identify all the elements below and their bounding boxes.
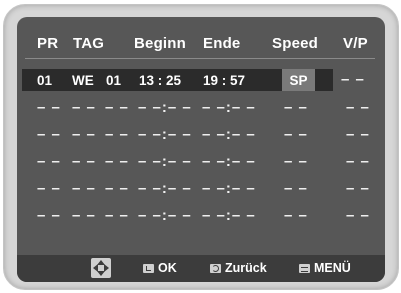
row-speed[interactable]: – –	[284, 180, 308, 197]
row-tag[interactable]: – –	[72, 153, 96, 170]
row-pr[interactable]: – –	[37, 99, 61, 116]
row-day[interactable]: – –	[105, 153, 129, 170]
row-ende[interactable]: – –:– –	[202, 126, 256, 143]
row-beginn[interactable]: 13 : 25	[139, 73, 181, 88]
back-button[interactable]: Zurück	[210, 261, 267, 275]
row-vp[interactable]: – –	[346, 126, 370, 143]
row-day[interactable]: – –	[105, 180, 129, 197]
row-tag[interactable]: – –	[72, 99, 96, 116]
row-beginn[interactable]: – –:– –	[138, 153, 192, 170]
row-ende[interactable]: – –:– –	[202, 99, 256, 116]
ok-label: OK	[158, 261, 177, 275]
row-speed[interactable]: SP	[282, 69, 315, 91]
row-ende[interactable]: – –:– –	[202, 207, 256, 224]
row-speed[interactable]: – –	[284, 153, 308, 170]
ok-button[interactable]: OK	[143, 261, 177, 275]
row-day[interactable]: 01	[106, 73, 121, 88]
row-tag[interactable]: – –	[72, 180, 96, 197]
header-ende: Ende	[203, 35, 241, 52]
row-vp[interactable]: – –	[341, 71, 365, 88]
timer-row-6[interactable]: – – – – – – – –:– – – –:– – – – – –	[17, 205, 385, 227]
row-pr[interactable]: 01	[37, 73, 52, 88]
row-speed[interactable]: – –	[284, 126, 308, 143]
row-speed[interactable]: – –	[284, 207, 308, 224]
timer-program-screen: PR TAG Beginn Ende Speed V/P 01 WE 01 13…	[17, 17, 385, 282]
back-label: Zurück	[225, 261, 267, 275]
row-vp[interactable]: – –	[346, 207, 370, 224]
row-beginn[interactable]: – –:– –	[138, 207, 192, 224]
row-vp[interactable]: – –	[346, 180, 370, 197]
menu-label: MENÜ	[314, 261, 351, 275]
header-beginn: Beginn	[134, 35, 187, 52]
row-ende[interactable]: 19 : 57	[203, 73, 245, 88]
row-beginn[interactable]: – –:– –	[138, 180, 192, 197]
ok-key-icon	[143, 263, 154, 273]
header-tag: TAG	[73, 35, 105, 52]
row-pr[interactable]: – –	[37, 153, 61, 170]
timer-row-5[interactable]: – – – – – – – –:– – – –:– – – – – –	[17, 178, 385, 200]
timer-row-1[interactable]: 01 WE 01 13 : 25 19 : 57 SP	[22, 69, 333, 91]
timer-row-4[interactable]: – – – – – – – –:– – – –:– – – – – –	[17, 151, 385, 173]
row-pr[interactable]: – –	[37, 207, 61, 224]
timer-row-3[interactable]: – – – – – – – –:– – – –:– – – – – –	[17, 124, 385, 146]
row-beginn[interactable]: – –:– –	[138, 99, 192, 116]
row-ende[interactable]: – –:– –	[202, 153, 256, 170]
row-beginn[interactable]: – –:– –	[138, 126, 192, 143]
row-pr[interactable]: – –	[37, 180, 61, 197]
row-day[interactable]: – –	[105, 126, 129, 143]
row-tag[interactable]: – –	[72, 126, 96, 143]
row-day[interactable]: – –	[105, 207, 129, 224]
header-vp: V/P	[343, 35, 368, 52]
row-speed[interactable]: – –	[284, 99, 308, 116]
row-vp[interactable]: – –	[346, 153, 370, 170]
menu-button[interactable]: MENÜ	[299, 261, 351, 275]
row-ende[interactable]: – –:– –	[202, 180, 256, 197]
row-vp[interactable]: – –	[346, 99, 370, 116]
row-pr[interactable]: – –	[37, 126, 61, 143]
navigation-arrows-icon	[91, 258, 111, 278]
header-speed: Speed	[272, 35, 319, 52]
footer-bar: OK Zurück MENÜ	[17, 255, 385, 282]
menu-key-icon	[299, 263, 310, 273]
header-separator	[25, 58, 375, 59]
header-pr: PR	[37, 35, 59, 52]
row-tag[interactable]: – –	[72, 207, 96, 224]
row-tag[interactable]: WE	[72, 73, 94, 88]
row-day[interactable]: – –	[105, 99, 129, 116]
timer-row-2[interactable]: – – – – – – – –:– – – –:– – – – – –	[17, 97, 385, 119]
return-key-icon	[210, 263, 221, 273]
